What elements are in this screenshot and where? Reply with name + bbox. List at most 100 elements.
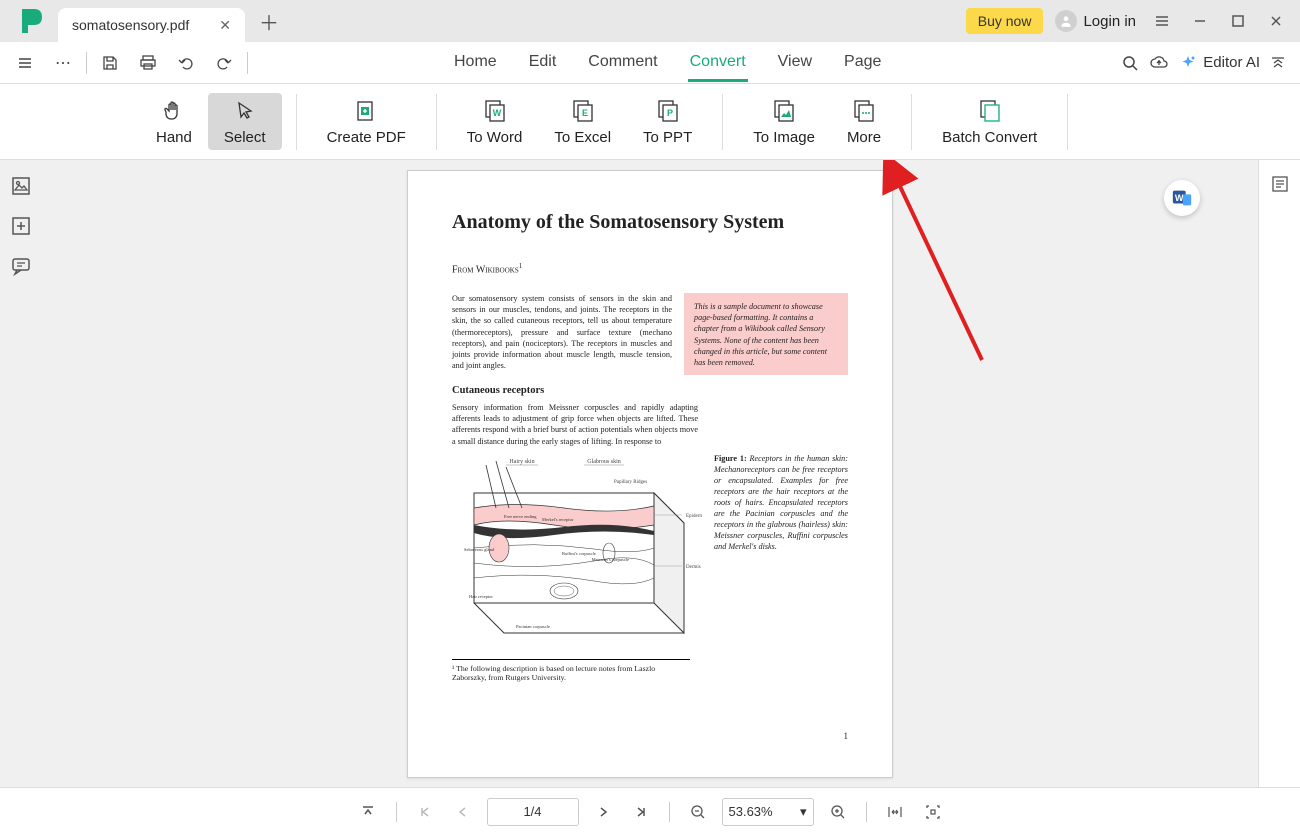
buy-now-button[interactable]: Buy now <box>966 8 1044 34</box>
cloud-icon[interactable] <box>1149 53 1169 73</box>
document-tab[interactable]: somatosensory.pdf ✕ <box>58 8 245 42</box>
intro-paragraph: Our somatosensory system consists of sen… <box>452 293 672 375</box>
zoom-out-icon[interactable] <box>684 798 712 826</box>
fit-width-icon[interactable] <box>881 798 909 826</box>
figure-1: Hairy skin Glabrous skin Papillary Ridge… <box>452 453 702 643</box>
svg-text:Sebaceous gland: Sebaceous gland <box>464 547 495 552</box>
svg-text:Epidermis: Epidermis <box>686 514 702 519</box>
app-logo <box>16 5 48 37</box>
svg-text:Pacinian corpuscle: Pacinian corpuscle <box>516 624 550 629</box>
right-sidebar <box>1258 160 1300 787</box>
editor-ai-button[interactable]: Editor AI <box>1179 54 1260 72</box>
dropdown-icon: ▾ <box>800 804 807 820</box>
tab-view[interactable]: View <box>776 43 814 82</box>
zoom-level[interactable]: 53.63% ▾ <box>722 798 814 826</box>
body-paragraph: Sensory information from Meissner corpus… <box>452 402 698 446</box>
page-number: 1 <box>844 731 849 741</box>
scroll-top-icon[interactable] <box>354 798 382 826</box>
tab-wrap: somatosensory.pdf ✕ ＋ <box>58 0 279 42</box>
to-excel-button[interactable]: E To Excel <box>538 93 627 150</box>
hamburger-icon[interactable] <box>1144 6 1180 36</box>
first-page-icon[interactable] <box>411 798 439 826</box>
batch-icon <box>978 97 1002 125</box>
svg-text:Meissner's corpuscle: Meissner's corpuscle <box>592 557 629 562</box>
svg-text:Merkel's receptor: Merkel's receptor <box>542 517 574 522</box>
tab-page[interactable]: Page <box>842 43 883 82</box>
collapse-ribbon-icon[interactable] <box>1270 55 1286 71</box>
workspace: Anatomy of the Somatosensory System From… <box>0 160 1300 787</box>
more-button[interactable]: More <box>831 93 897 150</box>
search-icon[interactable] <box>1121 54 1139 72</box>
page-indicator[interactable]: 1/4 <box>487 798 579 826</box>
prev-page-icon[interactable] <box>449 798 477 826</box>
floating-word-icon[interactable]: W <box>1164 180 1200 216</box>
minimize-icon[interactable] <box>1182 6 1218 36</box>
to-ppt-button[interactable]: P To PPT <box>627 93 708 150</box>
create-pdf-icon <box>354 97 378 125</box>
cursor-icon <box>233 97 257 125</box>
menu-icon[interactable] <box>6 44 44 82</box>
print-icon[interactable] <box>129 44 167 82</box>
hand-tool-button[interactable]: Hand <box>140 93 208 150</box>
save-icon[interactable] <box>91 44 129 82</box>
svg-text:Hairy skin: Hairy skin <box>509 459 534 465</box>
svg-text:Dermis: Dermis <box>686 565 701 570</box>
comment-panel-icon[interactable] <box>9 254 33 278</box>
login-label: Login in <box>1083 13 1136 30</box>
undo-icon[interactable] <box>167 44 205 82</box>
document-canvas[interactable]: Anatomy of the Somatosensory System From… <box>42 160 1258 787</box>
svg-text:W: W <box>492 108 501 118</box>
more-icon[interactable]: ⋯ <box>44 44 82 82</box>
zoom-in-icon[interactable] <box>824 798 852 826</box>
word-icon: W <box>483 97 507 125</box>
quick-toolbar: ⋯ Home Edit Comment Convert View Page Ed… <box>0 42 1300 84</box>
tab-home[interactable]: Home <box>452 43 499 82</box>
figure-caption: Figure 1: Figure 1: Receptors in the hum… <box>714 453 848 643</box>
bookmark-icon[interactable] <box>9 214 33 238</box>
next-page-icon[interactable] <box>589 798 617 826</box>
svg-text:Hair receptor: Hair receptor <box>469 594 493 599</box>
last-page-icon[interactable] <box>627 798 655 826</box>
callout-box: This is a sample document to showcase pa… <box>684 293 848 375</box>
fit-page-icon[interactable] <box>919 798 947 826</box>
svg-text:Papillary Ridges: Papillary Ridges <box>614 480 647 485</box>
hand-icon <box>162 97 186 125</box>
svg-text:P: P <box>667 108 673 118</box>
ribbon: Hand Select Create PDF W To Word E To Ex… <box>0 84 1300 160</box>
close-tab-icon[interactable]: ✕ <box>219 17 231 34</box>
excel-icon: E <box>571 97 595 125</box>
svg-text:Ruffini's corpuscle: Ruffini's corpuscle <box>562 551 596 556</box>
batch-convert-button[interactable]: Batch Convert <box>926 93 1053 150</box>
avatar-icon <box>1055 10 1077 32</box>
statusbar: 1/4 53.63% ▾ <box>0 787 1300 835</box>
properties-icon[interactable] <box>1270 174 1290 194</box>
login-button[interactable]: Login in <box>1055 10 1136 32</box>
tab-edit[interactable]: Edit <box>527 43 559 82</box>
more-dots-icon <box>852 97 876 125</box>
titlebar: somatosensory.pdf ✕ ＋ Buy now Login in <box>0 0 1300 42</box>
document-title: Anatomy of the Somatosensory System <box>452 211 848 234</box>
svg-text:W: W <box>1175 193 1184 203</box>
left-sidebar <box>0 160 42 787</box>
sparkle-icon <box>1179 54 1197 72</box>
svg-text:Free nerve ending: Free nerve ending <box>504 514 537 519</box>
close-window-icon[interactable] <box>1258 6 1294 36</box>
footnote: ¹ The following description is based on … <box>452 659 690 682</box>
thumbnails-icon[interactable] <box>9 174 33 198</box>
select-tool-button[interactable]: Select <box>208 93 282 150</box>
subheading: Cutaneous receptors <box>452 385 848 396</box>
tab-convert[interactable]: Convert <box>688 43 748 82</box>
to-word-button[interactable]: W To Word <box>451 93 539 150</box>
maximize-icon[interactable] <box>1220 6 1256 36</box>
svg-text:E: E <box>582 108 588 118</box>
create-pdf-button[interactable]: Create PDF <box>311 93 422 150</box>
tab-comment[interactable]: Comment <box>586 43 659 82</box>
to-image-button[interactable]: To Image <box>737 93 831 150</box>
tab-title: somatosensory.pdf <box>72 17 189 33</box>
window-controls <box>1144 6 1294 36</box>
image-icon <box>772 97 796 125</box>
redo-icon[interactable] <box>205 44 243 82</box>
new-tab-button[interactable]: ＋ <box>259 7 279 36</box>
menu-tabs: Home Edit Comment Convert View Page <box>452 43 883 82</box>
page: Anatomy of the Somatosensory System From… <box>407 170 893 778</box>
